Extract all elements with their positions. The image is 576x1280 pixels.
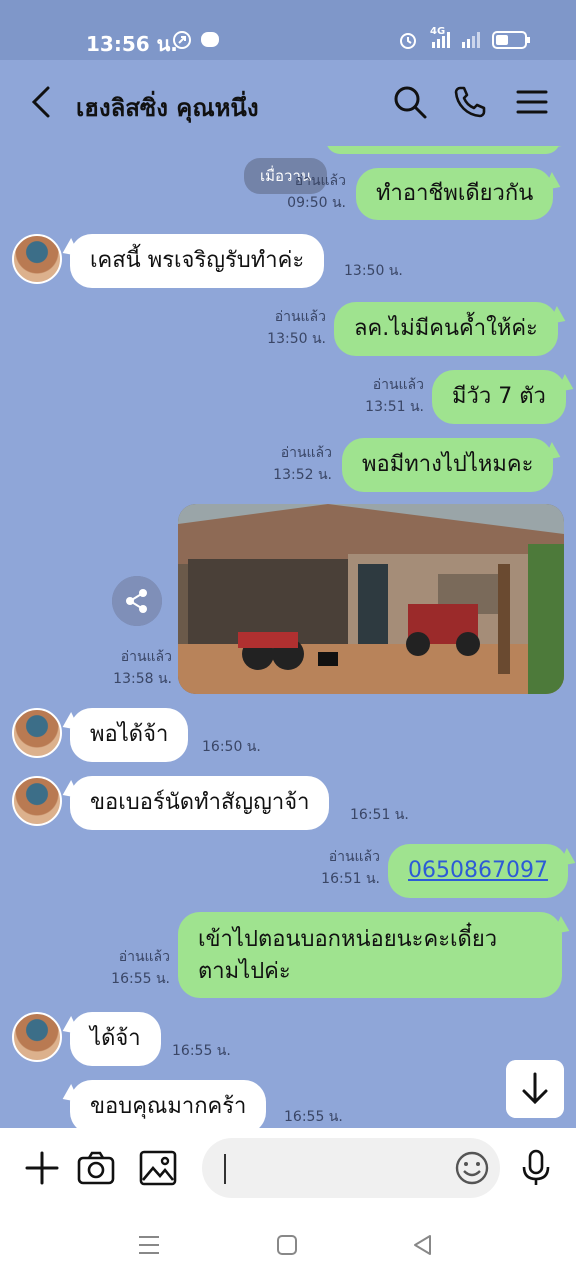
message-bubble-out[interactable]: ลค.ไม่มีคนค้ำให้ค่ะ: [334, 302, 558, 356]
avatar[interactable]: [12, 1012, 62, 1062]
message-time: 16:55 น.: [111, 971, 170, 987]
camera-icon[interactable]: [76, 1148, 116, 1188]
message-time: 13:58 น.: [113, 671, 172, 687]
recent-apps-icon[interactable]: [136, 1232, 162, 1258]
message-time: 16:55 น.: [172, 1043, 231, 1059]
plus-icon[interactable]: [22, 1148, 62, 1188]
home-icon[interactable]: [274, 1232, 300, 1258]
chat-area[interactable]: เมื่อวาน อ่านแล้ว 09:50 น. ทำอาชีพเดียวก…: [0, 146, 576, 1128]
message-time: 16:51 น.: [350, 807, 409, 823]
message-meta: อ่านแล้ว 13:52 น.: [246, 442, 332, 486]
alarm-icon: [400, 33, 416, 49]
message-time: 09:50 น.: [287, 195, 346, 211]
text-cursor: [224, 1154, 226, 1184]
status-time: 13:56 น.: [86, 32, 178, 56]
message-bubble-out[interactable]: ทำอาชีพเดียวกัน: [356, 168, 554, 220]
battery-icon: [492, 31, 530, 49]
photo-message[interactable]: [178, 504, 564, 694]
share-icon[interactable]: [112, 576, 162, 626]
message-bubble-out[interactable]: เข้าไปตอนบอกหน่อยนะคะเดี๋ยว ตามไปค่ะ: [178, 912, 562, 998]
message-time: 16:55 น.: [284, 1109, 343, 1125]
avatar[interactable]: [12, 776, 62, 826]
avatar[interactable]: [12, 234, 62, 284]
message-meta: อ่านแล้ว 13:51 น.: [338, 374, 424, 418]
message-bubble-in[interactable]: ขอเบอร์นัดทำสัญญาจ้า: [70, 776, 330, 830]
message-time: 16:50 น.: [202, 739, 261, 755]
read-status: อ่านแล้ว: [118, 949, 170, 965]
phone-number-link[interactable]: 0650867097: [408, 858, 548, 883]
avatar[interactable]: [12, 708, 62, 758]
message-meta: อ่านแล้ว 09:50 น.: [262, 170, 346, 214]
status-app-icon: [173, 31, 191, 49]
image-icon[interactable]: [138, 1148, 178, 1188]
read-status: อ่านแล้ว: [294, 173, 346, 189]
message-bubble-in[interactable]: ได้จ้า: [70, 1012, 161, 1066]
message-meta: อ่านแล้ว 13:58 น.: [86, 646, 172, 690]
message-meta: อ่านแล้ว 16:55 น.: [84, 946, 170, 990]
read-status: อ่านแล้ว: [120, 649, 172, 665]
message-meta: อ่านแล้ว 13:50 น.: [240, 306, 326, 350]
nav-back-icon[interactable]: [410, 1232, 436, 1258]
arrow-down-icon[interactable]: [506, 1060, 564, 1118]
emoji-icon[interactable]: [452, 1148, 492, 1188]
back-arrow-icon[interactable]: [26, 82, 60, 122]
system-nav-bar: [0, 1208, 576, 1280]
input-bar: [0, 1128, 576, 1208]
message-bubble-in[interactable]: พอได้จ้า: [70, 708, 189, 762]
status-bar: 13:56 น. 4G: [0, 0, 576, 60]
message-time: 13:52 น.: [273, 467, 332, 483]
message-bubble-out[interactable]: 0650867097: [388, 844, 568, 898]
message-time: 16:51 น.: [321, 871, 380, 887]
message-text-line: เข้าไปตอนบอกหน่อยนะคะเดี๋ยว: [198, 927, 498, 952]
message-time: 13:50 น.: [267, 331, 326, 347]
message-bubble-out[interactable]: พอมีทางไปไหมคะ: [342, 438, 554, 492]
partial-message-bubble[interactable]: [326, 146, 560, 154]
message-meta: อ่านแล้ว 16:51 น.: [294, 846, 380, 890]
read-status: อ่านแล้ว: [372, 377, 424, 393]
chat-title: เฮงลิสซิ่ง คุณหนึ่ง: [76, 94, 259, 122]
line-app-icon: [201, 32, 219, 47]
chat-header: เฮงลิสซิ่ง คุณหนึ่ง: [0, 60, 576, 146]
message-bubble-out[interactable]: มีวัว 7 ตัว: [432, 370, 566, 424]
read-status: อ่านแล้ว: [274, 309, 326, 325]
menu-icon[interactable]: [512, 82, 552, 122]
phone-icon[interactable]: [450, 82, 490, 122]
message-text-line: ตามไปค่ะ: [198, 959, 291, 984]
search-icon[interactable]: [390, 82, 430, 122]
read-status: อ่านแล้ว: [280, 445, 332, 461]
message-time: 13:50 น.: [344, 263, 403, 279]
mic-icon[interactable]: [516, 1148, 556, 1188]
read-status: อ่านแล้ว: [328, 849, 380, 865]
message-time: 13:51 น.: [365, 399, 424, 415]
signal-icon: [432, 32, 480, 48]
message-bubble-in[interactable]: ขอบคุณมากคร้า: [70, 1080, 267, 1128]
message-bubble-in[interactable]: เคสนี้ พรเจริญรับทำค่ะ: [70, 234, 325, 288]
